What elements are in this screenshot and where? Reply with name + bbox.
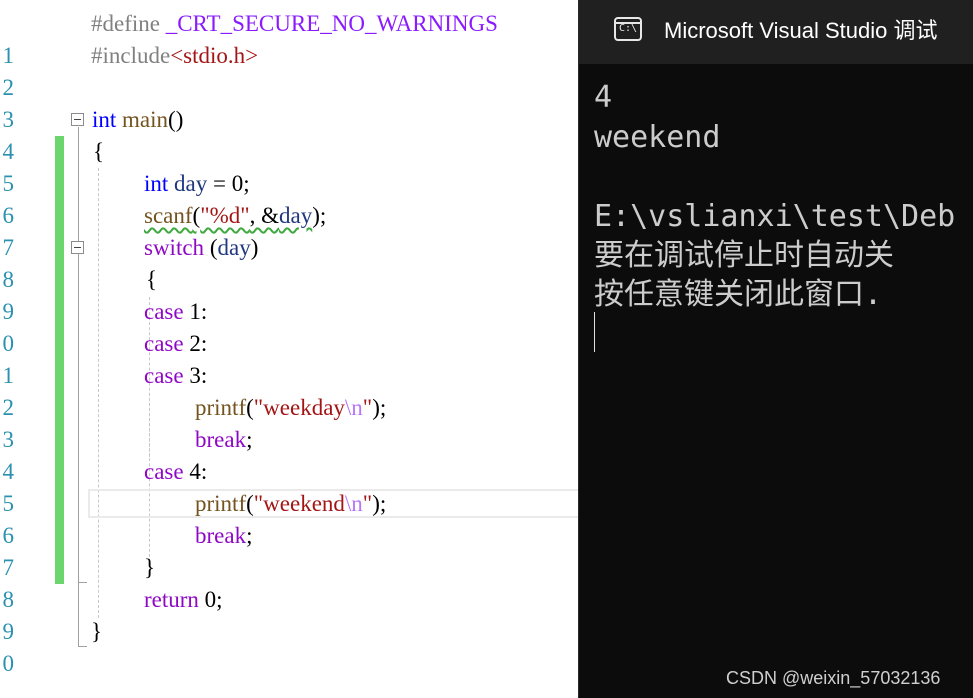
case-keyword: case — [144, 363, 184, 388]
format-string: "%d" — [200, 203, 250, 228]
code-line-17: 7 break; — [0, 520, 578, 580]
code-editor[interactable]: 1 #define _CRT_SECURE_NO_WARNINGS 2 #inc… — [0, 0, 578, 698]
paren-close: ) — [250, 235, 259, 260]
console-output-line: 要在调试停止时自动关 — [594, 238, 894, 273]
paren: ( — [246, 395, 254, 420]
case-value: 4: — [183, 459, 208, 484]
code-line-2: 2 #include<stdio.h> — [0, 40, 578, 100]
code-line-6: 6 int day = 0; — [0, 168, 578, 228]
code-line-15: 5 case 4: — [0, 456, 578, 516]
type-keyword: int — [92, 107, 117, 132]
code-line-1: 1 #define _CRT_SECURE_NO_WARNINGS — [0, 8, 578, 68]
debug-console-window[interactable]: C:\ Microsoft Visual Studio 调试 4 weekend… — [578, 0, 973, 698]
case-keyword: case — [144, 331, 184, 356]
code-line-18: 8 } — [0, 552, 578, 612]
console-output-line: 4 — [594, 80, 613, 115]
console-title: Microsoft Visual Studio 调试 — [664, 18, 938, 43]
string-quote: " — [362, 491, 373, 516]
brace: { — [93, 139, 105, 164]
case-value: 3: — [183, 363, 208, 388]
code-line-7: 7 scanf("%d", &day); — [0, 200, 578, 260]
variable-day: day — [174, 171, 208, 196]
function-scanf: scanf — [144, 203, 193, 228]
function-printf: printf — [195, 395, 247, 420]
semicolon: ; — [246, 427, 253, 452]
console-output-line: 按任意键关闭此窗口. — [594, 277, 883, 312]
code-line-13: 3 printf("weekday\n"); — [0, 392, 578, 452]
preprocessor-include: #include — [91, 43, 171, 68]
string-literal: "weekday — [253, 395, 345, 420]
code-line-12: 2 case 3: — [0, 360, 578, 420]
watermark: CSDN @weixin_57032136 — [726, 668, 941, 688]
code-line-14: 4 break; — [0, 424, 578, 484]
variable-day: day — [217, 235, 251, 260]
brace: { — [146, 267, 158, 292]
switch-keyword: switch — [144, 235, 205, 260]
line-number: 0 — [2, 651, 15, 676]
return-value: 0; — [198, 587, 223, 612]
paren: ( — [246, 491, 254, 516]
paren-close: ); — [372, 491, 387, 516]
preprocessor-define: #define — [91, 11, 160, 36]
brace: } — [144, 555, 156, 580]
string-literal: "weekend — [253, 491, 345, 516]
function-printf: printf — [195, 491, 247, 516]
semicolon: ; — [246, 523, 253, 548]
variable-day: day — [279, 203, 313, 228]
console-output-line: weekend — [594, 120, 721, 155]
parens: () — [168, 107, 184, 132]
escape-sequence: \n — [344, 491, 363, 516]
type-keyword: int — [144, 171, 169, 196]
case-value: 2: — [183, 331, 208, 356]
paren: ( — [204, 235, 218, 260]
code-line-10: 0 case 1: — [0, 296, 578, 356]
console-titlebar[interactable]: C:\ Microsoft Visual Studio 调试 — [579, 0, 973, 64]
assignment: = 0; — [207, 171, 250, 196]
paren-close: ); — [372, 395, 387, 420]
warning-squiggle[interactable]: scanf("%d", &day — [144, 203, 312, 228]
break-keyword: break — [195, 523, 247, 548]
code-line-16: 6 printf("weekend\n"); — [0, 488, 578, 548]
macro-name: _CRT_SECURE_NO_WARNINGS — [165, 11, 498, 36]
code-line-4: 4 int main() — [0, 104, 578, 164]
string-quote: " — [362, 395, 373, 420]
brace: } — [91, 619, 103, 644]
console-cursor — [594, 312, 595, 352]
terminal-icon: C:\ — [614, 17, 642, 41]
code-line-9: 9 { — [0, 264, 578, 324]
code-line-5: 5 { — [0, 136, 578, 196]
case-value: 1: — [183, 299, 208, 324]
case-keyword: case — [144, 459, 184, 484]
function-name: main — [122, 107, 169, 132]
escape-sequence: \n — [344, 395, 363, 420]
code-line-3: 3 — [0, 72, 578, 132]
console-output-line: E:\vslianxi\test\Deb — [594, 199, 956, 234]
paren-close: ); — [312, 203, 327, 228]
code-line-19: 9 return 0; — [0, 584, 578, 644]
case-keyword: case — [144, 299, 184, 324]
break-keyword: break — [195, 427, 247, 452]
include-header: <stdio.h> — [170, 43, 259, 68]
code-line-11: 1 case 2: — [0, 328, 578, 388]
return-keyword: return — [144, 587, 199, 612]
separator: , & — [249, 203, 280, 228]
code-line-8: 8 switch (day) — [0, 232, 578, 292]
code-line-20: 0 } — [0, 616, 578, 676]
